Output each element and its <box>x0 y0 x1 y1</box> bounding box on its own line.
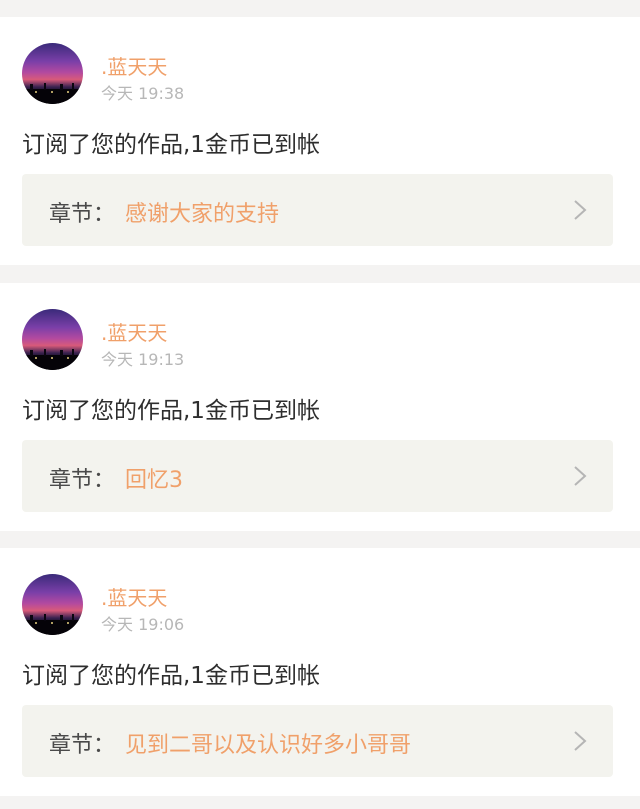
chapter-title: 见到二哥以及认识好多小哥哥 <box>125 733 412 758</box>
timestamp: 今天 19:38 <box>101 84 185 103</box>
chapter-prefix: 章节： <box>49 468 116 493</box>
chevron-right-icon <box>574 466 587 486</box>
avatar-silhouette <box>22 83 83 104</box>
username[interactable]: .蓝天天 <box>101 317 167 346</box>
chapter-title: 感谢大家的支持 <box>125 202 280 227</box>
notification-message: 订阅了您的作品,1金币已到帐 <box>22 132 320 158</box>
avatar[interactable] <box>22 43 83 104</box>
chapter-link[interactable]: 章节： 见到二哥以及认识好多小哥哥 <box>22 705 613 777</box>
notification-feed: .蓝天天 今天 19:38 订阅了您的作品,1金币已到帐 章节： 感谢大家的支持 <box>0 0 640 809</box>
avatar-silhouette <box>22 614 83 635</box>
notification-card: .蓝天天 今天 19:38 订阅了您的作品,1金币已到帐 章节： 感谢大家的支持 <box>0 17 640 265</box>
username[interactable]: .蓝天天 <box>101 51 167 80</box>
notification-message: 订阅了您的作品,1金币已到帐 <box>22 663 320 689</box>
chapter-title: 回忆3 <box>125 468 183 493</box>
chapter-link[interactable]: 章节： 感谢大家的支持 <box>22 174 613 246</box>
notification-card: .蓝天天 今天 19:13 订阅了您的作品,1金币已到帐 章节： 回忆3 <box>0 283 640 531</box>
chapter-link[interactable]: 章节： 回忆3 <box>22 440 613 512</box>
chevron-right-icon <box>574 731 587 751</box>
avatar-silhouette <box>22 349 83 370</box>
username[interactable]: .蓝天天 <box>101 582 167 611</box>
avatar[interactable] <box>22 574 83 635</box>
avatar[interactable] <box>22 309 83 370</box>
timestamp: 今天 19:06 <box>101 615 185 634</box>
notification-card: .蓝天天 今天 19:06 订阅了您的作品,1金币已到帐 章节： 见到二哥以及认… <box>0 548 640 796</box>
notification-message: 订阅了您的作品,1金币已到帐 <box>22 398 320 424</box>
chapter-prefix: 章节： <box>49 202 116 227</box>
chevron-right-icon <box>574 200 587 220</box>
timestamp: 今天 19:13 <box>101 350 185 369</box>
chapter-prefix: 章节： <box>49 733 116 758</box>
